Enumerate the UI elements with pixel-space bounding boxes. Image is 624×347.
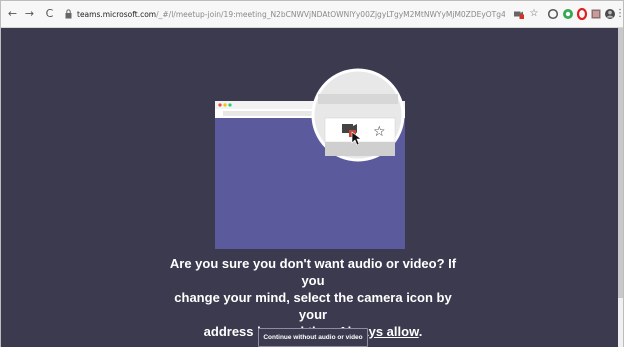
url-domain: teams.microsoft.com bbox=[77, 10, 157, 19]
chrome-color-icon[interactable] bbox=[562, 8, 574, 20]
star-icon[interactable]: ☆ bbox=[528, 8, 540, 20]
vertical-scrollbar[interactable] bbox=[618, 28, 623, 347]
browser-toolbar: ← → C teams.microsoft.com/_#/l/meetup-jo… bbox=[1, 1, 624, 28]
continue-without-av-button[interactable]: Continue without audio or video bbox=[258, 328, 368, 347]
page-content: ☆ Are you sure you don't want audio or v… bbox=[1, 28, 618, 347]
message-line-2: change your mind, select the camera icon… bbox=[174, 290, 452, 322]
scrollbar-thumb[interactable] bbox=[618, 28, 623, 298]
camera-blocked-icon[interactable] bbox=[513, 8, 525, 20]
message-line-3-end: . bbox=[418, 324, 423, 339]
reload-icon[interactable]: C bbox=[43, 7, 56, 20]
grid-icon[interactable] bbox=[590, 8, 602, 20]
browser-window: ← → C teams.microsoft.com/_#/l/meetup-jo… bbox=[0, 0, 624, 347]
menu-icon[interactable]: ⋮ bbox=[615, 8, 624, 20]
forward-icon[interactable]: → bbox=[23, 7, 36, 20]
back-icon[interactable]: ← bbox=[6, 7, 19, 20]
url-path: /_#/l/meetup-join/19:meeting_N2bCNWVjNDA… bbox=[156, 10, 505, 19]
permission-illustration: ☆ bbox=[215, 68, 405, 249]
address-bar[interactable]: teams.microsoft.com/_#/l/meetup-join/19:… bbox=[77, 8, 505, 21]
star-icon: ☆ bbox=[373, 124, 386, 140]
lock-icon[interactable] bbox=[65, 9, 72, 19]
red-o-icon[interactable] bbox=[576, 8, 588, 20]
message-line-1: Are you sure you don't want audio or vid… bbox=[169, 256, 457, 288]
opera-icon[interactable] bbox=[547, 8, 559, 20]
